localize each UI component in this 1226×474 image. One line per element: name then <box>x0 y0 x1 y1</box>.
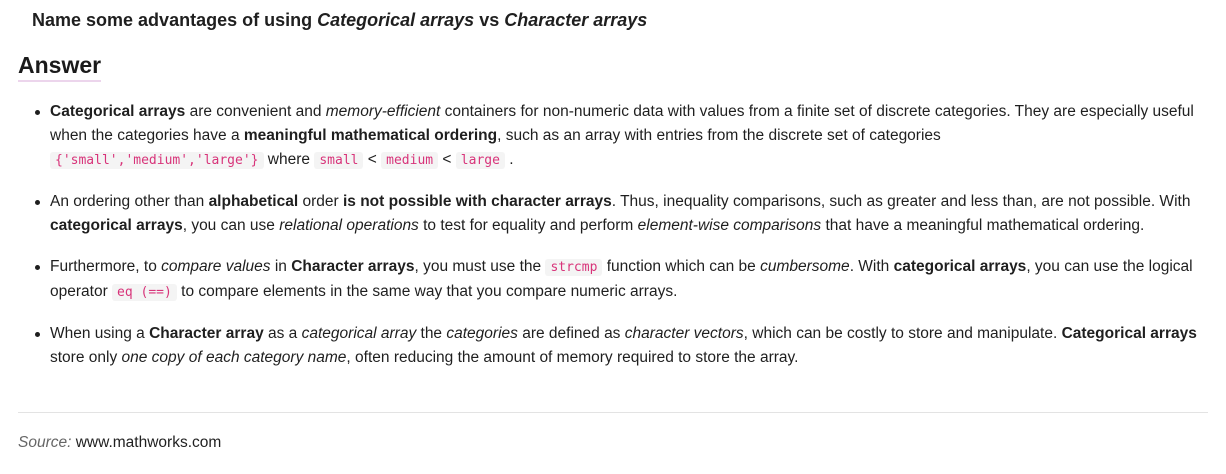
text: to test for equality and perform <box>418 217 638 234</box>
question-term-categorical: Categorical arrays <box>317 10 475 30</box>
bold-text: categorical arrays <box>893 258 1027 275</box>
bold-text: is not possible with character arrays <box>342 193 612 210</box>
text: . Thus, inequality comparisons, such as … <box>611 193 1191 210</box>
answer-bullet-2: An ordering other than alphabetical orde… <box>35 190 1200 238</box>
code-snippet: strcmp <box>545 259 603 276</box>
text: . With <box>849 258 894 275</box>
text: , often reducing the amount of memory re… <box>346 349 799 366</box>
code-snippet: {'small','medium','large'} <box>50 152 264 169</box>
italic-text: character vectors <box>624 325 744 342</box>
question-prefix: Name some advantages of using <box>32 10 318 30</box>
answer-bullet-4: When using a Character array as a catego… <box>35 322 1200 370</box>
text: order <box>298 193 343 210</box>
answer-heading: Answer <box>18 52 102 82</box>
italic-text: element-wise comparisons <box>637 217 822 234</box>
text: function which can be <box>602 258 761 275</box>
text: . <box>504 151 514 168</box>
text: An ordering other than <box>50 193 209 210</box>
text: , you must use the <box>414 258 546 275</box>
text: where <box>263 151 315 168</box>
bold-text: alphabetical <box>208 193 299 210</box>
question-vs: vs <box>474 10 505 30</box>
text: in <box>270 258 292 275</box>
text: < <box>363 151 382 168</box>
text: are defined as <box>517 325 625 342</box>
text: that have a meaningful mathematical orde… <box>821 217 1145 234</box>
italic-text: categorical array <box>301 325 417 342</box>
bold-text: meaningful mathematical ordering <box>243 127 498 144</box>
code-snippet: medium <box>381 152 439 169</box>
italic-text: relational operations <box>279 217 419 234</box>
text: as a <box>263 325 302 342</box>
code-snippet: eq (==) <box>112 284 177 301</box>
text: , you can use <box>182 217 280 234</box>
italic-text: memory-efficient <box>325 103 441 120</box>
bold-text: Character arrays <box>291 258 415 275</box>
text: Furthermore, to <box>50 258 162 275</box>
question-title: Name some advantages of using Categorica… <box>32 10 647 31</box>
text: , which can be costly to store and manip… <box>743 325 1062 342</box>
bold-text: Character array <box>149 325 264 342</box>
text: the <box>416 325 447 342</box>
text: When using a <box>50 325 150 342</box>
italic-text: one copy of each category name <box>121 349 347 366</box>
source-line: Source: www.mathworks.com <box>18 434 221 452</box>
text: store only <box>50 349 122 366</box>
text: < <box>438 151 456 168</box>
source-url: www.mathworks.com <box>75 434 222 451</box>
answer-list: Categorical arrays are convenient and me… <box>35 100 1200 387</box>
text: to compare elements in the same way that… <box>176 283 678 300</box>
divider <box>18 412 1208 413</box>
bold-text: Categorical arrays <box>50 103 186 120</box>
answer-bullet-1: Categorical arrays are convenient and me… <box>35 100 1200 173</box>
italic-text: categories <box>446 325 518 342</box>
code-snippet: large <box>455 152 505 169</box>
italic-text: cumbersome <box>760 258 850 275</box>
text: are convenient and <box>185 103 326 120</box>
bold-text: Categorical arrays <box>1061 325 1197 342</box>
source-label: Source: <box>18 434 72 451</box>
answer-bullet-3: Furthermore, to compare values in Charac… <box>35 255 1200 305</box>
bold-text: categorical arrays <box>50 217 183 234</box>
code-snippet: small <box>314 152 364 169</box>
question-term-character: Character arrays <box>504 10 648 30</box>
text: , such as an array with entries from the… <box>497 127 941 144</box>
italic-text: compare values <box>161 258 271 275</box>
